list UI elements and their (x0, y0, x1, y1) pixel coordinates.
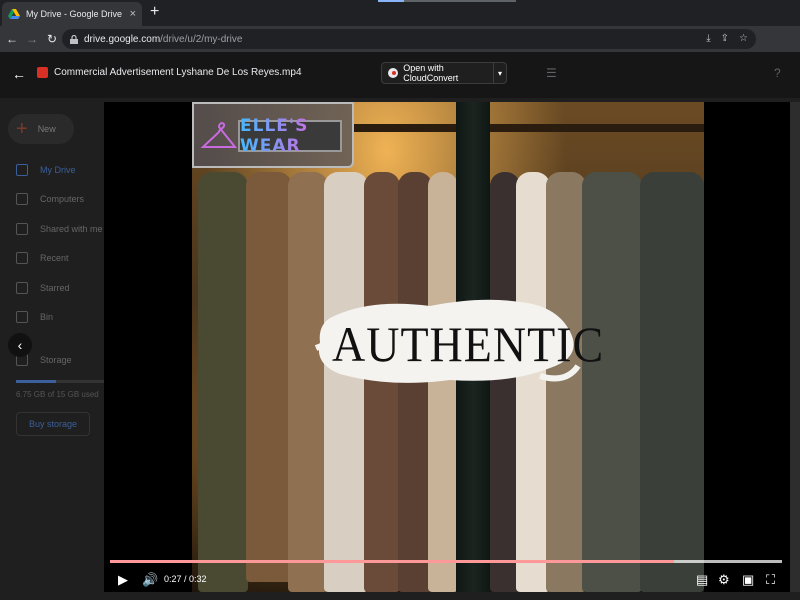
new-label: New (37, 124, 56, 134)
help-icon[interactable]: ? (774, 66, 781, 80)
time-display: 0:27 / 0:32 (164, 574, 207, 584)
gear-icon[interactable]: ⚙ (718, 572, 730, 588)
sidebar: + New My Drive Computers Shared with me … (0, 52, 105, 600)
captions-icon[interactable]: ▤ (696, 572, 708, 588)
computer-icon (16, 193, 28, 205)
sidebar-item-recent[interactable]: Recent (16, 252, 69, 264)
tab-indicator (378, 0, 404, 2)
miniplayer-icon[interactable]: ▣ (742, 572, 754, 588)
address-bar[interactable]: drive.google.com/drive/u/2/my-drive ⤓ ⇪ … (62, 29, 756, 49)
tab-indicator-secondary (404, 0, 516, 2)
garment (640, 172, 704, 592)
star-icon[interactable]: ☆ (739, 33, 748, 44)
sidebar-item-label: My Drive (40, 165, 76, 175)
new-button[interactable]: + New (8, 114, 74, 144)
sidebar-item-bin[interactable]: Bin (16, 311, 53, 323)
clothing-rail (352, 124, 704, 132)
sidebar-item-starred[interactable]: Starred (16, 282, 70, 294)
chevron-down-icon[interactable]: ▾ (494, 69, 506, 78)
trash-icon (16, 311, 28, 323)
clock-icon (16, 252, 28, 264)
chevron-left-icon: ‹ (17, 337, 23, 353)
star-icon (16, 282, 28, 294)
share-icon[interactable]: ⇪ (721, 33, 729, 44)
sidebar-item-my-drive[interactable]: My Drive (16, 164, 76, 176)
open-with-main[interactable]: Open with CloudConvert (382, 63, 494, 83)
sidebar-item-label: Bin (40, 312, 54, 322)
tab-title: My Drive - Google Drive (26, 9, 123, 19)
lock-icon (70, 34, 78, 44)
buy-storage-button[interactable]: Buy storage (16, 412, 90, 436)
reload-button[interactable]: ↻ (42, 32, 62, 46)
buffered-bar (110, 560, 782, 563)
sidebar-item-computers[interactable]: Computers (16, 193, 84, 205)
video-player[interactable]: ELLE'S WEAR AUTHENTIC ▶ 🔊 0:27 / 0:32 ▤ … (104, 102, 790, 592)
download-icon[interactable]: ⤓ (706, 33, 710, 44)
open-with-label: Open with CloudConvert (403, 63, 459, 83)
tab-strip: My Drive - Google Drive × + (0, 0, 800, 26)
omnibox-actions: ⤓ ⇪ ☆ (706, 33, 748, 44)
close-viewer-icon[interactable]: ← (12, 66, 26, 82)
volume-icon[interactable]: 🔊 (142, 572, 158, 588)
video-file-icon (37, 67, 48, 78)
new-tab-button[interactable]: + (150, 3, 159, 21)
background-edge (790, 102, 800, 592)
storage-text: 6.75 GB of 15 GB used (16, 390, 99, 399)
file-name: Commercial Advertisement Lyshane De Los … (54, 67, 302, 78)
video-controls: ▶ 🔊 0:27 / 0:32 ▤ ⚙ ▣ ⛶ (104, 554, 790, 592)
forward-button[interactable]: → (22, 32, 42, 46)
previous-file-button[interactable]: ‹ (8, 333, 32, 357)
browser-toolbar: ← → ↻ drive.google.com/drive/u/2/my-driv… (0, 26, 800, 71)
garment (582, 172, 642, 592)
cloudconvert-icon (388, 68, 399, 78)
brand-plate: ELLE'S WEAR (238, 116, 342, 156)
people-icon (16, 223, 28, 235)
play-icon[interactable]: ▶ (118, 572, 128, 588)
sidebar-item-label: Shared with me (40, 224, 103, 234)
video-frame: ELLE'S WEAR AUTHENTIC (192, 102, 704, 592)
garment (198, 172, 248, 592)
brand-name: ELLE'S WEAR (240, 116, 340, 156)
close-tab-icon[interactable]: × (130, 8, 136, 20)
brand-logo: ELLE'S WEAR (192, 102, 354, 168)
garment (246, 172, 292, 582)
sidebar-item-label: Storage (40, 355, 72, 365)
google-drive-icon (8, 9, 20, 19)
sliders-icon[interactable]: ☰ (546, 66, 557, 80)
headline: AUTHENTIC (332, 316, 605, 373)
drive-icon (16, 164, 28, 176)
plus-icon: + (16, 117, 28, 140)
back-button[interactable]: ← (2, 32, 22, 46)
open-with-button[interactable]: Open with CloudConvert ▾ (381, 62, 507, 84)
storage-bar (16, 380, 104, 383)
sidebar-item-shared[interactable]: Shared with me (16, 223, 103, 235)
fullscreen-icon[interactable]: ⛶ (766, 572, 775, 588)
hanger-icon (200, 122, 238, 148)
browser-tab[interactable]: My Drive - Google Drive × (2, 2, 142, 26)
sidebar-item-label: Recent (40, 253, 69, 263)
storage-bar-fill (16, 380, 56, 383)
sidebar-item-label: Computers (40, 194, 85, 204)
progress-bar[interactable] (110, 560, 782, 563)
url-text: drive.google.com/drive/u/2/my-drive (84, 33, 243, 45)
sidebar-item-label: Starred (40, 283, 70, 293)
